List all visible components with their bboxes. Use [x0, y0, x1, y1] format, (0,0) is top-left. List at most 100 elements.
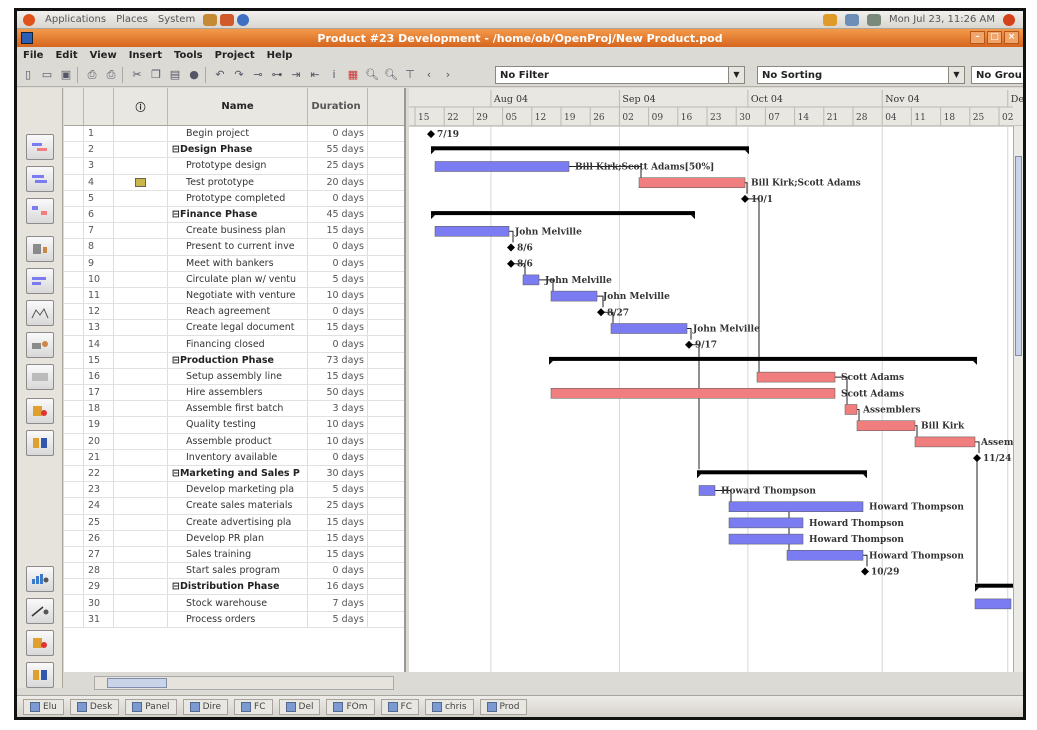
minimize-button[interactable]: – [970, 31, 985, 44]
table-row[interactable]: 12 Reach agreement 0 days [64, 304, 404, 321]
task-name[interactable]: ⊟Marketing and Sales P [168, 465, 308, 482]
task-name[interactable]: Setup assembly line [168, 368, 308, 384]
row-selector[interactable] [64, 174, 84, 190]
scrollbar-thumb[interactable] [107, 678, 167, 688]
row-selector[interactable] [64, 498, 84, 514]
report-view-button[interactable] [26, 300, 54, 326]
task-duration[interactable]: 5 days [308, 611, 368, 627]
indent-icon[interactable]: ⇥ [288, 67, 304, 83]
milestone-marker[interactable] [973, 454, 981, 463]
rbs-view-button[interactable] [26, 268, 54, 294]
row-selector[interactable] [64, 206, 84, 223]
table-row[interactable]: 27 Sales training 15 days [64, 546, 404, 564]
task-name[interactable]: Begin project [168, 126, 308, 142]
taskbar-window-button[interactable]: Elu [23, 698, 64, 715]
gantt-view-button[interactable] [26, 134, 54, 160]
task-name[interactable]: ⊟Distribution Phase [168, 579, 308, 595]
calendar-icon[interactable]: ▦ [345, 67, 361, 83]
table-row[interactable]: 11 Negotiate with venture 10 days [64, 287, 404, 305]
table-row[interactable]: 19 Quality testing 10 days [64, 417, 404, 434]
row-selector[interactable] [64, 352, 84, 368]
new-icon[interactable]: ▯ [20, 67, 36, 83]
task-name[interactable]: Stock warehouse [168, 595, 308, 611]
cut-icon[interactable]: ✂ [129, 67, 145, 83]
menu-edit[interactable]: Edit [55, 50, 77, 61]
row-selector[interactable] [64, 595, 84, 611]
gantt-vertical-scrollbar[interactable] [1013, 126, 1023, 672]
close-button[interactable]: × [1004, 31, 1019, 44]
row-selector[interactable] [64, 514, 84, 530]
row-selector[interactable] [64, 304, 84, 320]
chevron-down-icon[interactable]: ▼ [728, 67, 744, 83]
task-duration[interactable]: 0 days [308, 563, 368, 579]
row-selector[interactable] [64, 482, 84, 498]
task-duration[interactable]: 15 days [308, 320, 368, 336]
task-bar[interactable] [728, 517, 804, 529]
milestone-marker[interactable] [507, 243, 515, 252]
unlink-icon[interactable]: ⊶ [269, 67, 285, 83]
table-row[interactable]: 15 ⊟Production Phase 73 days [64, 352, 404, 369]
task-name[interactable]: ⊟Production Phase [168, 352, 308, 368]
menu-view[interactable]: View [90, 50, 117, 61]
milestone-marker[interactable] [685, 340, 693, 349]
task-duration[interactable]: 0 days [308, 336, 368, 352]
table-row[interactable]: 2 ⊟Design Phase 55 days [64, 142, 404, 159]
row-selector[interactable] [64, 433, 84, 449]
milestone-marker[interactable] [597, 308, 605, 317]
row-selector[interactable] [64, 563, 84, 579]
task-duration[interactable]: 15 days [308, 546, 368, 563]
table-row[interactable]: 13 Create legal document 15 days [64, 320, 404, 337]
task-usage-detail-button[interactable] [26, 630, 54, 656]
copy-icon[interactable]: ❐ [148, 67, 164, 83]
task-duration[interactable]: 10 days [308, 433, 368, 449]
task-bar[interactable] [434, 161, 570, 172]
table-row[interactable]: 7 Create business plan 15 days [64, 223, 404, 240]
row-selector[interactable] [64, 126, 84, 142]
resource-usage-button[interactable] [26, 430, 54, 456]
table-row[interactable]: 14 Financing closed 0 days [64, 336, 404, 353]
task-name[interactable]: Hire assemblers [168, 385, 308, 401]
summary-bar[interactable] [431, 146, 749, 151]
launcher-icon[interactable] [220, 13, 235, 26]
task-duration[interactable]: 5 days [308, 482, 368, 498]
task-duration[interactable]: 25 days [308, 158, 368, 174]
volume-tray-icon[interactable] [866, 13, 881, 26]
task-duration[interactable]: 30 days [308, 465, 368, 482]
summary-bar[interactable] [549, 356, 977, 361]
open-icon[interactable]: ▭ [39, 67, 55, 83]
table-row[interactable]: 31 Process orders 5 days [64, 611, 404, 628]
milestone-marker[interactable] [507, 259, 515, 268]
task-duration[interactable]: 0 days [308, 239, 368, 255]
row-selector[interactable] [64, 336, 84, 352]
grouping-select[interactable]: No Grou [971, 66, 1023, 84]
task-name[interactable]: Financing closed [168, 336, 308, 352]
task-name[interactable]: Process orders [168, 611, 308, 627]
task-name[interactable]: Negotiate with venture [168, 287, 308, 304]
print-preview-icon[interactable]: ⎙ [103, 67, 119, 83]
task-bar[interactable] [974, 598, 1012, 610]
task-name[interactable]: Circulate plan w/ ventu [168, 271, 308, 287]
table-row[interactable]: 21 Inventory available 0 days [64, 449, 404, 466]
taskbar-window-button[interactable]: Dire [182, 698, 229, 715]
redo-icon[interactable]: ↷ [231, 67, 247, 83]
task-duration[interactable]: 3 days [308, 401, 368, 417]
taskbar-window-button[interactable]: FC [380, 698, 419, 715]
task-duration[interactable]: 0 days [308, 449, 368, 465]
tracking-gantt-button[interactable] [26, 166, 54, 192]
paste-icon[interactable]: ▤ [167, 67, 183, 83]
row-selector[interactable] [64, 546, 84, 563]
task-name[interactable]: Prototype design [168, 158, 308, 174]
task-usage-button[interactable] [26, 398, 54, 424]
table-row[interactable]: 23 Develop marketing pla 5 days [64, 482, 404, 499]
help-icon[interactable] [237, 13, 250, 26]
task-bar[interactable] [786, 550, 864, 561]
task-duration[interactable]: 0 days [308, 190, 368, 206]
resource-view-button[interactable] [26, 332, 54, 358]
critical-task-bar[interactable] [638, 177, 746, 188]
network-tray-icon[interactable] [844, 13, 859, 26]
row-selector[interactable] [64, 368, 84, 384]
task-duration[interactable]: 15 days [308, 514, 368, 530]
header-name[interactable]: Name [168, 88, 308, 125]
table-row[interactable]: 5 Prototype completed 0 days [64, 190, 404, 207]
charts-button[interactable] [26, 598, 54, 624]
